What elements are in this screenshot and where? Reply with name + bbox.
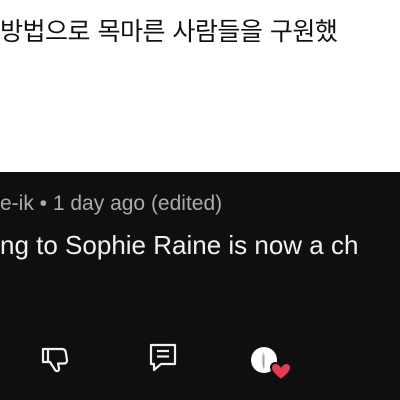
dislike-icon[interactable] — [40, 344, 70, 374]
comment-panel: e-ik • 1 day ago (edited) ng to Sophie R… — [0, 172, 400, 400]
comment-text: ng to Sophie Raine is now a ch — [0, 230, 359, 260]
like-icon[interactable] — [0, 346, 14, 374]
comment-meta: e-ik • 1 day ago (edited) — [0, 192, 223, 215]
headline: 방법으로 목마른 사람들을 구원했 — [0, 17, 338, 46]
creator-heart-icon — [251, 347, 292, 382]
reply-icon[interactable] — [148, 342, 178, 374]
